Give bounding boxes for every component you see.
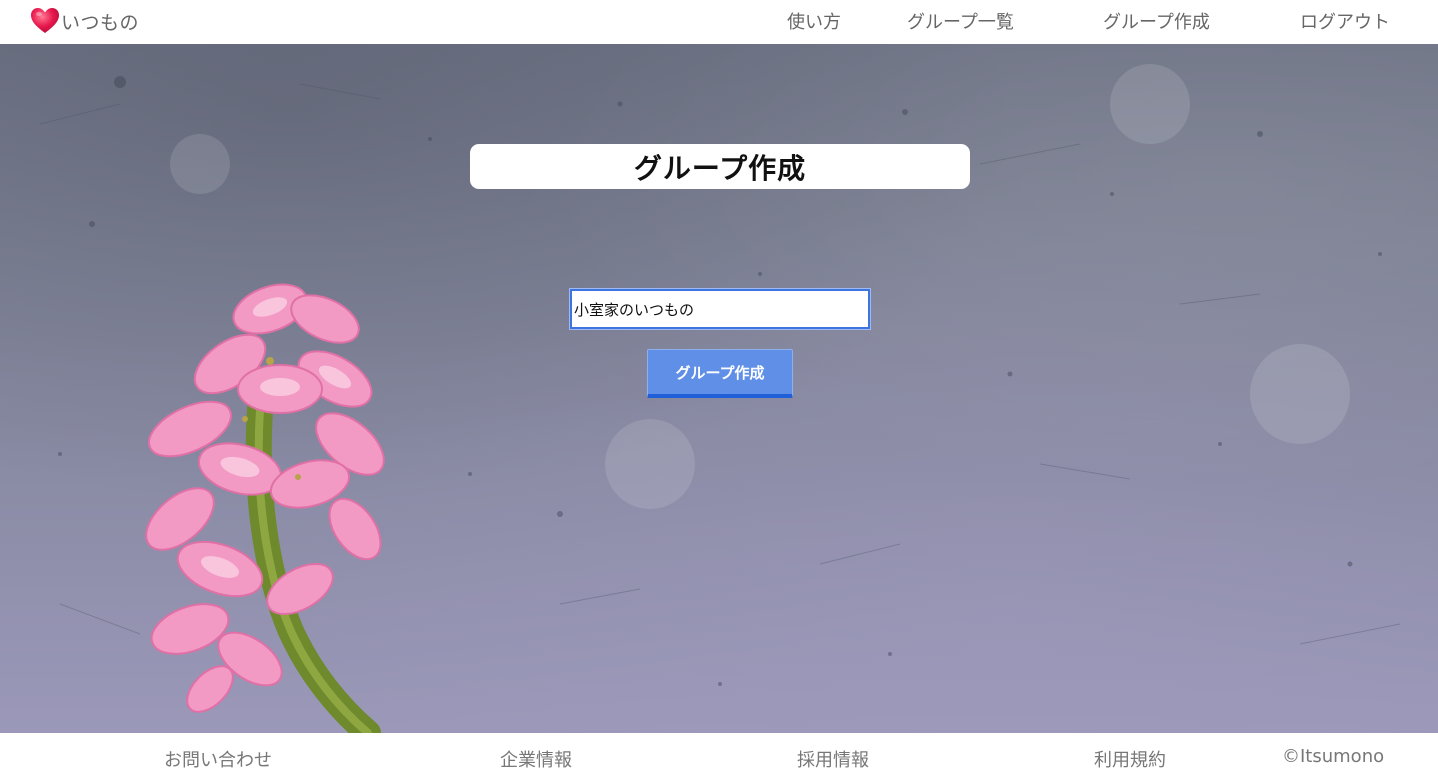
create-group-button[interactable]: グループ作成 (647, 349, 793, 398)
top-nav-bar: いつもの 使い方 グループ一覧 グループ作成 ログアウト (0, 0, 1438, 44)
page-title: グループ作成 (633, 151, 807, 185)
footer-company-link[interactable]: 企業情報 (500, 746, 572, 772)
footer: お問い合わせ 企業情報 採用情報 利用規約 ©Itsumono (0, 733, 1438, 775)
logo-link[interactable]: いつもの (30, 6, 139, 36)
page-title-box: グループ作成 (470, 144, 970, 189)
heart-icon (31, 8, 59, 33)
nav-group-list[interactable]: グループ一覧 (907, 8, 1014, 34)
nav-how-to-use[interactable]: 使い方 (787, 8, 841, 34)
nav-create-group[interactable]: グループ作成 (1103, 8, 1210, 34)
footer-terms-link[interactable]: 利用規約 (1094, 746, 1166, 772)
group-name-input[interactable] (569, 288, 871, 330)
logo-text: いつもの (61, 11, 140, 34)
hero-background: グループ作成 グループ作成 (0, 44, 1438, 733)
hyacinth-flower-image (145, 283, 385, 733)
footer-recruit-link[interactable]: 採用情報 (797, 746, 869, 772)
footer-contact-link[interactable]: お問い合わせ (164, 746, 272, 772)
footer-copyright: ©Itsumono (1282, 746, 1385, 767)
nav-logout[interactable]: ログアウト (1300, 8, 1390, 34)
